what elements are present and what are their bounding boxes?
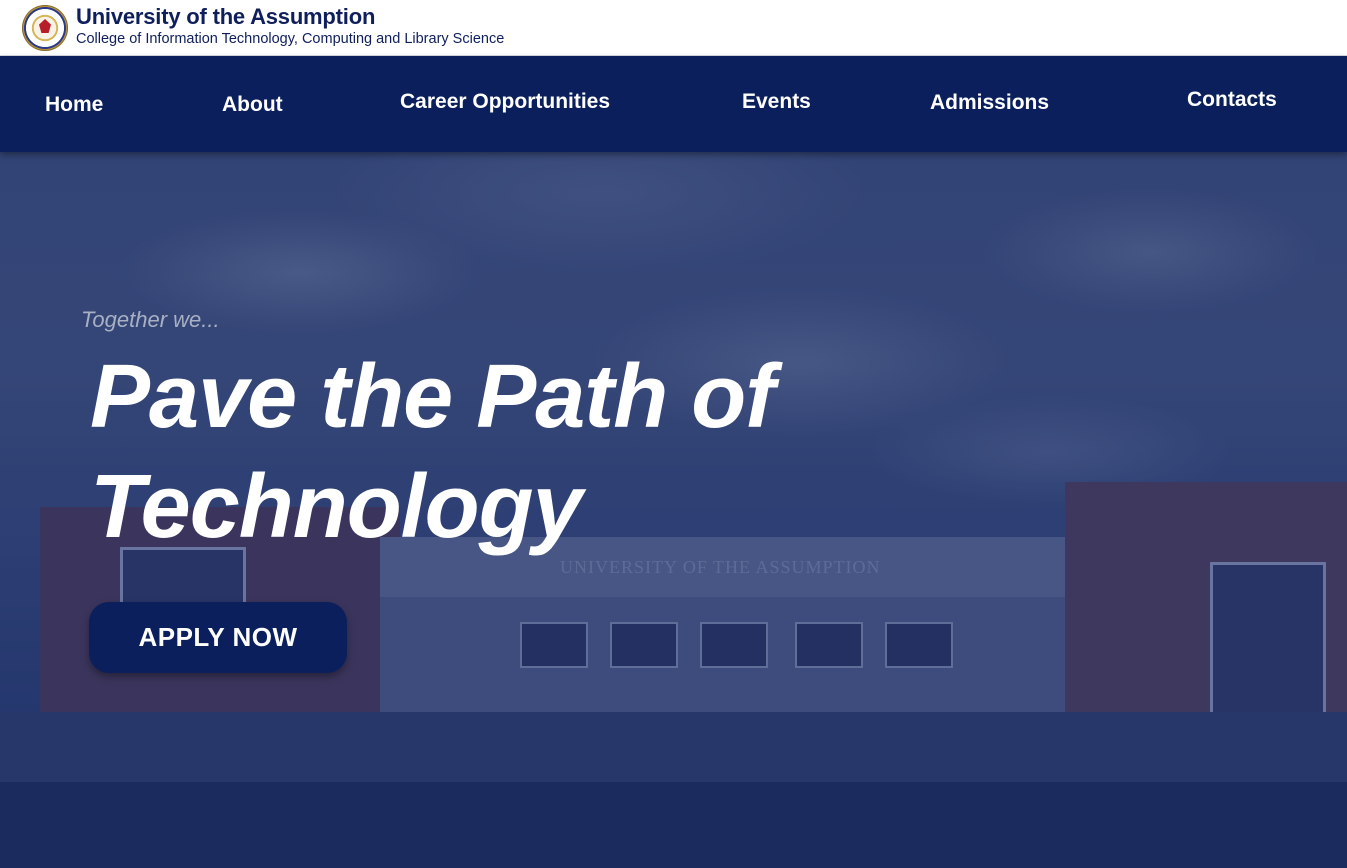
nav-item-home[interactable]: Home	[45, 93, 103, 117]
hero-headline: Pave the Path of Technology	[90, 347, 775, 557]
university-name: University of the Assumption	[76, 4, 376, 29]
nav-item-admissions[interactable]: Admissions	[930, 91, 1049, 115]
nav-item-career-opportunities[interactable]: Career Opportunities	[400, 90, 610, 114]
nav-item-events[interactable]: Events	[742, 90, 811, 114]
nav-item-about[interactable]: About	[222, 93, 283, 117]
site-header: University of the Assumption College of …	[0, 0, 1347, 56]
hero-banner: UNIVERSITY OF THE ASSUMPTION Together we…	[0, 152, 1347, 868]
apply-now-button[interactable]: APPLY NOW	[89, 602, 347, 673]
main-navigation: Home About Career Opportunities Events A…	[0, 56, 1347, 152]
university-seal-icon[interactable]	[22, 5, 68, 51]
college-name: College of Information Technology, Compu…	[76, 31, 505, 47]
nav-item-contacts[interactable]: Contacts	[1187, 88, 1277, 112]
hero-tagline: Together we...	[81, 307, 220, 332]
